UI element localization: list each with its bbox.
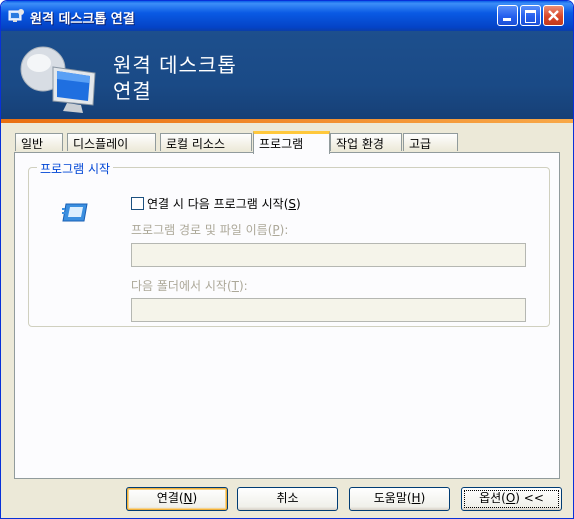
button-accesskey: O xyxy=(505,491,516,505)
header-banner: 원격 데스크톱 연결 xyxy=(1,31,573,121)
close-icon xyxy=(548,10,559,21)
button-label-suffix: ) xyxy=(420,491,426,505)
start-program-label: 연결 시 다음 프로그램 시작(S) xyxy=(147,197,301,211)
group-legend: 프로그램 시작 xyxy=(37,160,114,177)
button-label-suffix: ) xyxy=(192,491,198,505)
label-prefix: 연결 시 다음 프로그램 시작( xyxy=(147,197,289,211)
title-bar[interactable]: 원격 데스크톱 연결 xyxy=(1,1,573,31)
minimize-button[interactable] xyxy=(497,5,518,26)
label-suffix: ): xyxy=(279,223,289,237)
label-suffix: ) xyxy=(296,197,301,211)
label-accesskey: T xyxy=(231,279,239,293)
tab-advanced[interactable]: 고급 xyxy=(403,133,458,151)
remote-desktop-monitor-icon xyxy=(20,46,96,113)
close-button[interactable] xyxy=(543,5,564,26)
maximize-button[interactable] xyxy=(520,5,541,26)
program-path-label: 프로그램 경로 및 파일 이름(P): xyxy=(131,221,288,238)
button-label-prefix: 옵션( xyxy=(479,491,506,505)
label-accesskey: S xyxy=(288,197,297,211)
start-program-group: 프로그램 시작 연결 시 다음 프로그램 시작(S) 프로그램 경로 및 파일 … xyxy=(28,160,550,327)
button-label-prefix: 연결( xyxy=(156,491,184,505)
start-folder-label: 다음 폴더에서 시작(T): xyxy=(131,277,248,294)
minimize-icon xyxy=(503,18,511,21)
maximize-icon xyxy=(525,10,536,23)
banner-title-line1: 원격 데스크톱 xyxy=(113,53,237,77)
tab-general[interactable]: 일반 xyxy=(15,133,63,151)
label-prefix: 프로그램 경로 및 파일 이름( xyxy=(131,223,273,237)
tab-experience[interactable]: 작업 환경 xyxy=(330,133,402,151)
program-window-icon xyxy=(62,203,88,222)
banner-accent-strip xyxy=(1,119,573,123)
program-path-field[interactable] xyxy=(131,243,526,267)
options-button[interactable]: 옵션(O) << xyxy=(461,487,562,511)
remote-desktop-icon xyxy=(8,9,24,22)
tab-programs[interactable]: 프로그램 xyxy=(253,131,330,154)
start-program-checkbox-row[interactable]: 연결 시 다음 프로그램 시작(S) xyxy=(131,195,301,212)
rdp-window: 원격 데스크톱 연결 원격 데스크톱 연결 일반 디스플레이 로컬 리소스 프로 xyxy=(0,0,574,519)
help-button[interactable]: 도움말(H) xyxy=(349,487,450,511)
button-label-prefix: 도움말( xyxy=(373,491,412,505)
window-title: 원격 데스크톱 연결 xyxy=(30,12,135,27)
start-program-checkbox[interactable] xyxy=(131,197,144,210)
button-accesskey: H xyxy=(411,491,421,505)
label-accesskey: P xyxy=(272,223,280,237)
label-suffix: ): xyxy=(238,279,248,293)
banner-title-line2: 연결 xyxy=(113,79,152,103)
tab-display[interactable]: 디스플레이 xyxy=(67,133,156,151)
programs-tab-panel: 프로그램 시작 연결 시 다음 프로그램 시작(S) 프로그램 경로 및 파일 … xyxy=(14,152,560,479)
connect-button[interactable]: 연결(N) xyxy=(126,487,228,511)
cancel-button[interactable]: 취소 xyxy=(237,487,338,511)
start-folder-field[interactable] xyxy=(131,298,526,322)
label-prefix: 다음 폴더에서 시작( xyxy=(131,279,232,293)
button-accesskey: N xyxy=(183,491,193,505)
button-label-suffix: ) << xyxy=(515,491,544,505)
tab-local-resources[interactable]: 로컬 리소스 xyxy=(160,133,252,151)
